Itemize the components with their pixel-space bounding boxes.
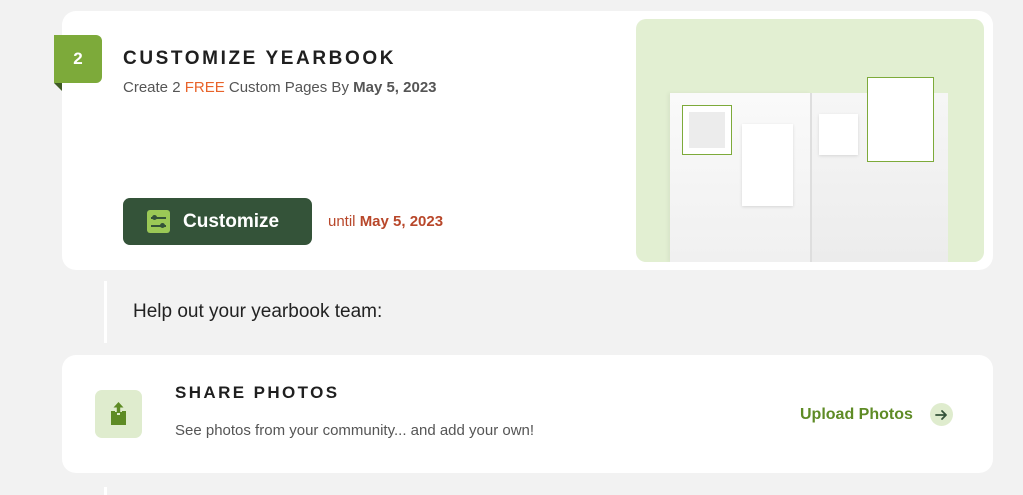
deadline-date: May 5, 2023: [359, 213, 444, 230]
customize-button[interactable]: Customize: [123, 198, 312, 245]
upload-icon: [95, 390, 142, 438]
step-badge-fold: [54, 83, 62, 91]
sliders-icon: [147, 210, 170, 233]
yearbook-illustration: [636, 19, 984, 262]
photo-placeholder-selected: [682, 105, 732, 155]
upload-photos-link[interactable]: Upload Photos: [800, 403, 953, 426]
arrow-right-icon: [929, 403, 953, 426]
help-heading: Help out your yearbook team:: [133, 301, 383, 322]
subtitle-date: May 5, 2023: [353, 79, 437, 96]
share-photos-subtitle: See photos from your community... and ad…: [175, 422, 535, 439]
deadline-text: until May 5, 2023: [328, 213, 443, 230]
card-subtitle: Create 2 FREE Custom Pages By May 5, 202…: [123, 79, 437, 96]
upload-photos-label: Upload Photos: [800, 405, 913, 423]
page: 2 CUSTOMIZE YEARBOOK Create 2 FREE Custo…: [0, 0, 1023, 495]
share-photos-title: SHARE PHOTOS: [175, 383, 340, 402]
yearbook-spine: [810, 93, 812, 262]
subtitle-prefix: Create 2: [123, 79, 185, 96]
card-title: CUSTOMIZE YEARBOOK: [123, 48, 397, 69]
photo-placeholder: [819, 114, 858, 155]
deadline-prefix: until: [328, 213, 360, 230]
step-number: 2: [73, 49, 83, 68]
customize-button-label: Customize: [183, 210, 280, 232]
subtitle-middle: Custom Pages By: [224, 79, 354, 96]
photo-placeholder: [742, 124, 793, 206]
free-label: FREE: [184, 79, 225, 96]
timeline-connector: [104, 281, 107, 343]
photo-placeholder-selected: [867, 77, 934, 162]
timeline-connector: [104, 487, 107, 495]
step-number-badge: 2: [54, 35, 102, 83]
